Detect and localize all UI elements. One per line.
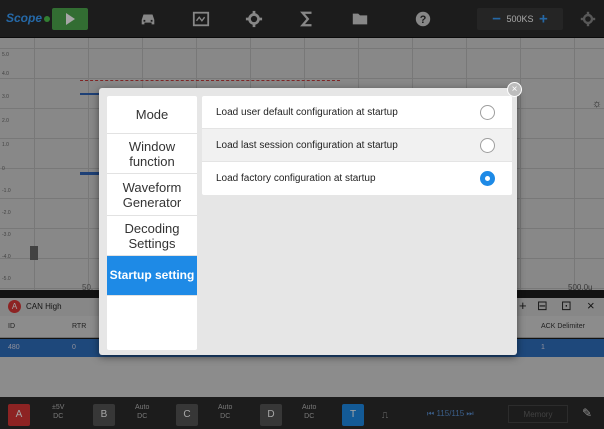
radio-factory[interactable]	[480, 171, 495, 186]
menu-item-window-function[interactable]: Window function	[107, 134, 197, 174]
option-label: Load user default configuration at start…	[216, 107, 398, 118]
menu-item-mode[interactable]: Mode	[107, 96, 197, 134]
menu-item-decoding-settings[interactable]: Decoding Settings	[107, 216, 197, 256]
option-label: Load factory configuration at startup	[216, 173, 376, 184]
settings-menu: Mode Window function Waveform Generator …	[107, 96, 197, 350]
menu-item-startup-setting[interactable]: Startup setting	[107, 256, 197, 296]
startup-options: Load user default configuration at start…	[202, 96, 512, 195]
option-last-session[interactable]: Load last session configuration at start…	[202, 129, 512, 162]
radio-last-session[interactable]	[480, 138, 495, 153]
radio-user-default[interactable]	[480, 105, 495, 120]
menu-item-waveform-generator[interactable]: Waveform Generator	[107, 174, 197, 216]
option-label: Load last session configuration at start…	[216, 140, 398, 151]
close-icon[interactable]: ×	[507, 82, 522, 97]
option-factory[interactable]: Load factory configuration at startup	[202, 162, 512, 195]
option-user-default[interactable]: Load user default configuration at start…	[202, 96, 512, 129]
